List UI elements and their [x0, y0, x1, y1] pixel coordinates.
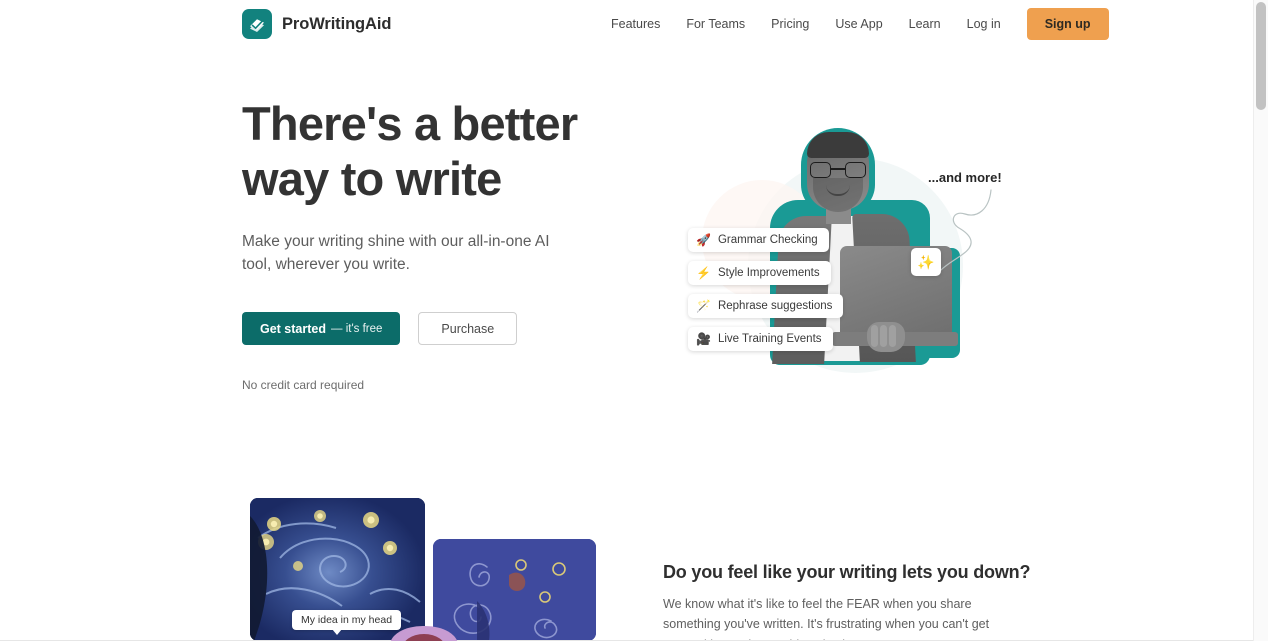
- glasses-icon: [810, 162, 866, 178]
- hero-subtitle: Make your writing shine with our all-in-…: [242, 232, 550, 274]
- lower-section-body: We know what it's like to feel the FEAR …: [663, 597, 990, 641]
- nav-item-pricing[interactable]: Pricing: [758, 17, 822, 31]
- page-root: ProWritingAid Features For Teams Pricing…: [0, 0, 1268, 641]
- feature-chip-label: Rephrase suggestions: [717, 300, 833, 312]
- purchase-button[interactable]: Purchase: [418, 312, 518, 345]
- simplified-drawing-card: [433, 539, 596, 641]
- person-hand: [867, 322, 905, 352]
- lightning-icon: ⚡: [696, 266, 711, 280]
- lower-copy-block: Do you feel like your writing lets you d…: [663, 562, 1063, 641]
- no-credit-card-note: No credit card required: [242, 378, 365, 392]
- feature-chip-label: Grammar Checking: [717, 234, 818, 246]
- sparkle-chip: ✨: [911, 248, 941, 276]
- feature-chip-list: 🚀 Grammar Checking ⚡ Style Improvements …: [688, 228, 844, 351]
- feature-chip-grammar-checking[interactable]: 🚀 Grammar Checking: [688, 228, 829, 252]
- hero-cta-group: Get started — it's free Purchase: [242, 312, 662, 345]
- get-started-free-tag: — it's free: [331, 322, 383, 335]
- site-header: ProWritingAid Features For Teams Pricing…: [0, 0, 1253, 48]
- prowritingaid-logo-icon: [242, 9, 272, 39]
- hero-section: There's a better way to write Make your …: [242, 96, 662, 392]
- feature-chip-rephrase-suggestions[interactable]: 🪄 Rephrase suggestions: [688, 294, 844, 318]
- video-camera-icon: 🎥: [696, 332, 711, 346]
- page-scrollbar-thumb[interactable]: [1256, 2, 1266, 110]
- nav-item-use-app[interactable]: Use App: [822, 17, 895, 31]
- hero-title: There's a better way to write: [242, 97, 578, 206]
- brand-name: ProWritingAid: [282, 14, 392, 33]
- get-started-button[interactable]: Get started — it's free: [242, 312, 401, 345]
- nav-item-log-in[interactable]: Log in: [954, 17, 1014, 31]
- feature-chip-style-improvements[interactable]: ⚡ Style Improvements: [688, 261, 831, 285]
- lower-section-title: Do you feel like your writing lets you d…: [663, 562, 1031, 582]
- signup-button[interactable]: Sign up: [1026, 8, 1109, 40]
- comparison-artwork: My idea in my head: [250, 498, 630, 641]
- idea-in-my-head-label: My idea in my head: [292, 610, 402, 635]
- nav-item-for-teams[interactable]: For Teams: [673, 17, 758, 31]
- nav-item-features[interactable]: Features: [598, 17, 673, 31]
- nav-item-learn[interactable]: Learn: [896, 17, 954, 31]
- feature-chip-live-training-events[interactable]: 🎥 Live Training Events: [688, 327, 833, 351]
- get-started-label: Get started: [260, 321, 326, 336]
- brand-logo[interactable]: ProWritingAid: [242, 9, 391, 39]
- sparkles-icon: ✨: [917, 253, 935, 270]
- and-more-label: ...and more!: [928, 170, 1002, 185]
- hero-illustration: ...and more! ✨ 🚀 Grammar Checking ⚡ Styl…: [660, 100, 1005, 400]
- person-hair: [807, 132, 869, 158]
- main-nav: Features For Teams Pricing Use App Learn…: [598, 0, 1109, 48]
- feature-chip-label: Style Improvements: [717, 267, 820, 279]
- page-scrollbar-track[interactable]: [1253, 0, 1268, 641]
- magic-wand-icon: 🪄: [696, 299, 711, 313]
- feature-chip-label: Live Training Events: [717, 333, 822, 345]
- rocket-icon: 🚀: [696, 233, 711, 247]
